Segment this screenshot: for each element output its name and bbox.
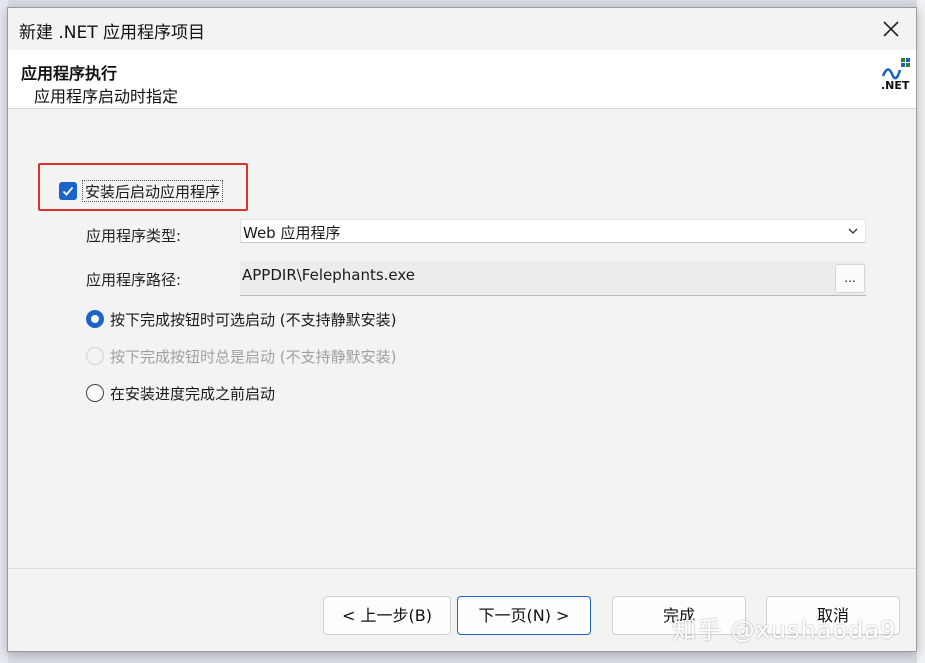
radio-always-launch[interactable] — [86, 347, 104, 365]
chevron-down-icon — [848, 228, 858, 234]
app-type-value: Web 应用程序 — [243, 224, 341, 242]
browse-button[interactable]: ... — [835, 264, 865, 293]
watermark-text: 知乎 @xushaoda9 — [672, 616, 897, 644]
app-path-value: APPDIR\Felephants.exe — [242, 266, 416, 284]
app-path-label: 应用程序路径: — [86, 271, 182, 289]
radio-launch-before-complete-label[interactable]: 在安装进度完成之前启动 — [110, 383, 275, 404]
app-type-select[interactable]: Web 应用程序 — [240, 219, 866, 243]
radio-launch-before-complete[interactable] — [86, 384, 104, 402]
step-subtitle: 应用程序启动时指定 — [34, 87, 179, 106]
launch-after-install-checkbox[interactable] — [59, 182, 77, 200]
next-button[interactable]: 下一页(N) > — [457, 596, 591, 635]
dotnet-logo-icon: .NET — [881, 58, 910, 92]
window-title: 新建 .NET 应用程序项目 — [19, 23, 206, 43]
radio-optional-launch[interactable] — [86, 310, 104, 328]
wizard-header: 应用程序执行 应用程序启动时指定 .NET — [8, 50, 916, 109]
background-app-right-edge — [917, 0, 925, 663]
radio-always-launch-label[interactable]: 按下完成按钮时总是启动 (不支持静默安装) — [110, 346, 396, 367]
close-button[interactable] — [876, 14, 906, 44]
app-path-field[interactable]: APPDIR\Felephants.exe ... — [240, 262, 866, 296]
wizard-content: 安装后启动应用程序 应用程序类型: Web 应用程序 应用程序路径: APPDI… — [8, 109, 916, 569]
close-icon — [883, 21, 899, 37]
app-type-label: 应用程序类型: — [86, 227, 182, 245]
back-button[interactable]: < 上一步(B) — [323, 596, 451, 635]
radio-optional-launch-label[interactable]: 按下完成按钮时可选启动 (不支持静默安装) — [110, 309, 396, 330]
svg-text:.NET: .NET — [881, 79, 910, 92]
checkmark-icon — [62, 186, 74, 196]
title-bar: 新建 .NET 应用程序项目 — [8, 8, 916, 50]
step-title: 应用程序执行 — [21, 64, 118, 83]
new-net-project-dialog: 新建 .NET 应用程序项目 应用程序执行 应用程序启动时指定 .NET 安装后… — [7, 7, 917, 652]
launch-after-install-label[interactable]: 安装后启动应用程序 — [82, 180, 224, 202]
